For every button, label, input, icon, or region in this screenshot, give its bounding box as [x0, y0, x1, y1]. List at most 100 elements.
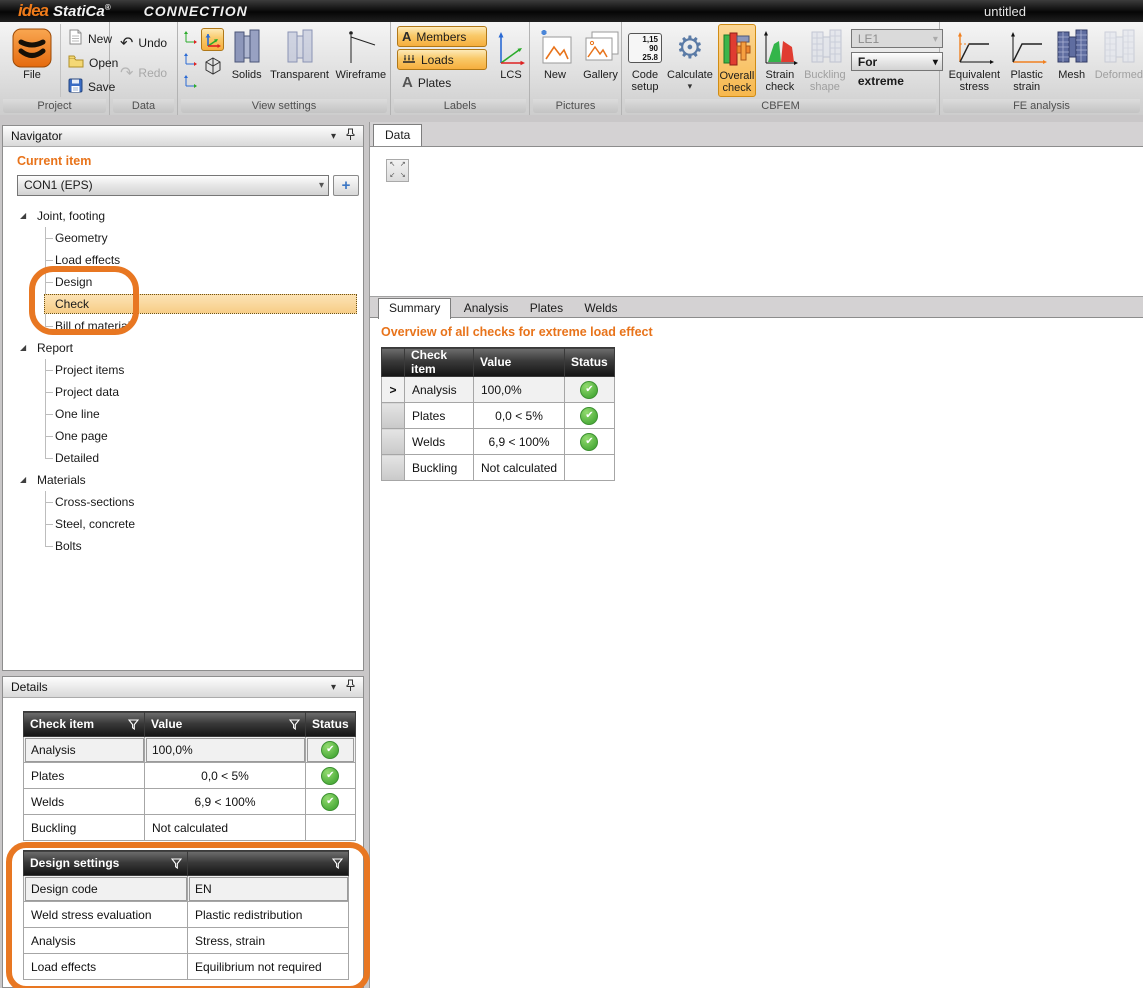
members-labels-toggle[interactable]: A Members	[397, 26, 487, 47]
add-item-button[interactable]: +	[333, 175, 359, 196]
table-row[interactable]: Welds6,9 < 100%✔	[382, 429, 615, 455]
tree-node-materials[interactable]: ◢ Materials	[3, 469, 363, 491]
tree-node-bolts[interactable]: Bolts	[3, 535, 363, 557]
title-bar: ideaStatiCa® CONNECTION untitled	[0, 0, 1143, 22]
details-title: Details	[11, 680, 321, 694]
extreme-filter-combo[interactable]: For extreme ▾	[851, 52, 943, 71]
tree-node-report[interactable]: ◢ Report	[3, 337, 363, 359]
expand-se-icon: ↘	[398, 171, 409, 182]
undo-button[interactable]: ↶ Undo	[120, 32, 167, 53]
redo-button[interactable]: ↷ Redo	[120, 62, 167, 83]
design-settings-table: Design settings Design codeEN Weld stres…	[23, 850, 349, 980]
table-row[interactable]: Plates0,0 < 5%✔	[382, 403, 615, 429]
load-effect-combo[interactable]: LE1 ▾	[851, 29, 943, 48]
ribbon-group-labels: A Members Loads A Plates LCS	[391, 22, 530, 115]
table-row[interactable]: BucklingNot calculated	[382, 455, 615, 481]
column-header-check-item: Check item	[405, 348, 474, 377]
pin-icon[interactable]	[346, 679, 355, 695]
tree-node-check[interactable]: Check	[3, 293, 363, 315]
tree-node-design[interactable]: Design	[3, 271, 363, 293]
expander-icon[interactable]: ◢	[20, 205, 26, 227]
axis-view-xy-button[interactable]	[183, 29, 199, 45]
tab-analysis[interactable]: Analysis	[455, 298, 518, 318]
axonometric-view-button[interactable]	[201, 28, 224, 51]
fit-view-button[interactable]: ↖ ↗ ↙ ↘	[386, 159, 409, 182]
tab-plates[interactable]: Plates	[521, 298, 572, 318]
axis-view-xz-button[interactable]	[183, 51, 199, 67]
panel-menu-chevron-icon[interactable]: ▾	[331, 131, 336, 142]
tree-node-bill-of-material[interactable]: Bill of material	[3, 315, 363, 337]
table-row[interactable]: AnalysisStress, strain	[24, 928, 349, 954]
save-floppy-icon	[68, 78, 83, 96]
column-header-design-settings[interactable]: Design settings	[24, 851, 188, 876]
undo-icon: ↶	[120, 33, 133, 53]
tab-summary[interactable]: Summary	[378, 298, 451, 319]
table-row[interactable]: BucklingNot calculated	[24, 815, 356, 841]
tab-data[interactable]: Data	[373, 124, 422, 146]
file-button[interactable]: File	[12, 24, 52, 81]
column-header-design-value[interactable]	[188, 851, 349, 876]
tree-node-joint-footing[interactable]: ◢ Joint, footing	[3, 205, 363, 227]
deformed-button[interactable]: Deformed	[1095, 24, 1143, 81]
table-row[interactable]: Welds6,9 < 100%✔	[24, 789, 356, 815]
transparent-view-button[interactable]: Transparent	[269, 24, 329, 81]
lcs-axes-icon	[495, 27, 527, 69]
tree-node-project-data[interactable]: Project data	[3, 381, 363, 403]
expander-icon[interactable]: ◢	[20, 337, 26, 359]
tree-node-geometry[interactable]: Geometry	[3, 227, 363, 249]
viewport-tab-strip: Data	[370, 122, 1143, 147]
filter-icon[interactable]	[171, 858, 182, 872]
table-row[interactable]: Weld stress evaluationPlastic redistribu…	[24, 902, 349, 928]
tree-node-one-line[interactable]: One line	[3, 403, 363, 425]
group-label-fe-analysis: FE analysis	[943, 99, 1140, 113]
overall-check-button[interactable]: Overall check	[718, 24, 756, 97]
column-header-status: Status	[306, 712, 356, 737]
current-item-combo[interactable]: CON1 (EPS) ▾	[17, 175, 329, 196]
group-label-labels: Labels	[394, 99, 526, 113]
code-setup-icon: 1,159025.8	[628, 27, 662, 69]
filter-icon[interactable]	[332, 858, 343, 872]
code-setup-button[interactable]: 1,159025.8 Code setup	[628, 24, 662, 94]
wireframe-view-button[interactable]: Wireframe	[332, 24, 390, 81]
table-row[interactable]: Design codeEN	[24, 876, 349, 902]
calculate-button[interactable]: ⚙ Calculate ▾	[667, 24, 713, 91]
filter-icon[interactable]	[128, 719, 139, 733]
column-header-check-item[interactable]: Check item	[24, 712, 145, 737]
expand-ne-icon: ↗	[398, 160, 409, 171]
solids-view-button[interactable]: Solids	[226, 24, 267, 81]
3d-viewport[interactable]: ↖ ↗ ↙ ↘	[370, 147, 1143, 296]
filter-icon[interactable]	[289, 719, 300, 733]
results-heading: Overview of all checks for extreme load …	[381, 325, 1143, 339]
tree-node-load-effects[interactable]: Load effects	[3, 249, 363, 271]
tree-node-project-items[interactable]: Project items	[3, 359, 363, 381]
perspective-cube-button[interactable]	[201, 54, 224, 77]
table-row[interactable]: Analysis100,0%✔	[24, 737, 356, 763]
table-row[interactable]: Load effectsEquilibrium not required	[24, 954, 349, 980]
pin-icon[interactable]	[346, 128, 355, 144]
buckling-shape-button[interactable]: Buckling shape	[804, 24, 846, 94]
chevron-down-icon: ▾	[933, 30, 938, 49]
panel-menu-chevron-icon[interactable]: ▾	[331, 682, 336, 693]
expander-icon[interactable]: ◢	[20, 469, 26, 491]
ribbon-group-view-settings: Solids Transparent Wireframe View settin…	[178, 22, 391, 115]
new-picture-button[interactable]: New	[538, 24, 572, 81]
tree-node-cross-sections[interactable]: Cross-sections	[3, 491, 363, 513]
mesh-button[interactable]: Mesh	[1053, 24, 1091, 81]
table-row[interactable]: >Analysis100,0%✔	[382, 377, 615, 403]
tab-welds[interactable]: Welds	[575, 298, 626, 318]
lcs-toggle[interactable]: LCS	[493, 24, 529, 81]
tree-node-detailed[interactable]: Detailed	[3, 447, 363, 469]
tree-node-steel-concrete[interactable]: Steel, concrete	[3, 513, 363, 535]
column-header-value[interactable]: Value	[145, 712, 306, 737]
table-row[interactable]: Plates0,0 < 5%✔	[24, 763, 356, 789]
axis-view-yz-button[interactable]	[183, 73, 199, 89]
strain-check-button[interactable]: Strain check	[761, 24, 799, 94]
plastic-strain-button[interactable]: Plastic strain	[1005, 24, 1049, 94]
tree-node-one-page[interactable]: One page	[3, 425, 363, 447]
equivalent-stress-button[interactable]: Equivalent stress	[948, 24, 1001, 94]
status-pass-icon: ✔	[580, 407, 598, 425]
loads-labels-toggle[interactable]: Loads	[397, 49, 487, 70]
mesh-icon	[1052, 27, 1092, 69]
plates-labels-toggle[interactable]: A Plates	[397, 72, 487, 93]
gallery-button[interactable]: Gallery	[580, 24, 621, 81]
